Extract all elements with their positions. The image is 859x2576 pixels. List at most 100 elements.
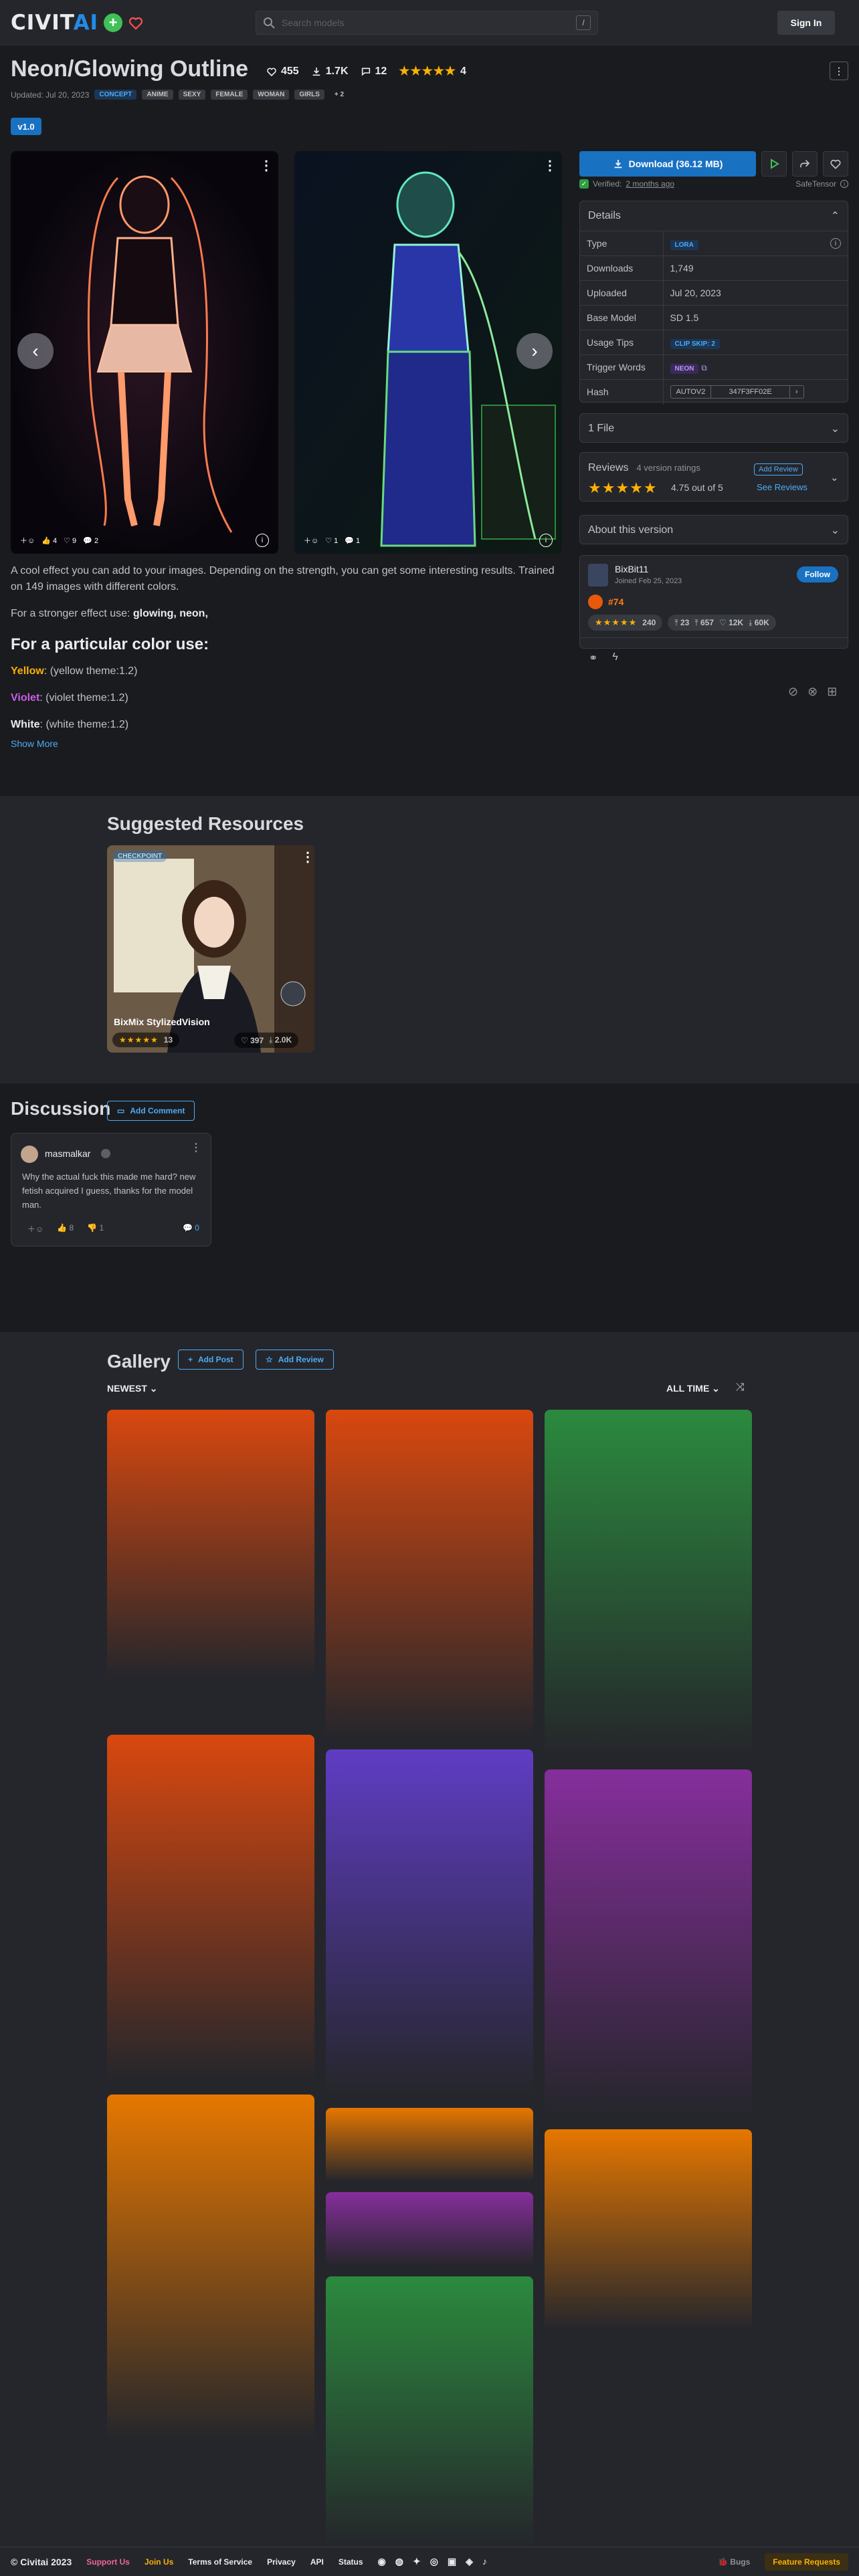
tag-anime[interactable]: ANIME xyxy=(142,90,173,100)
about-version-panel[interactable]: About this version ⌄ xyxy=(579,515,848,544)
api-link[interactable]: API xyxy=(310,2557,324,2567)
comment-dislikes[interactable]: 👎 1 xyxy=(87,1223,104,1235)
likes-stat[interactable]: 455 xyxy=(266,66,299,78)
gallery-tile[interactable] xyxy=(326,2108,533,2181)
support-us-link[interactable]: Support Us xyxy=(86,2557,130,2567)
favorite-button[interactable] xyxy=(823,151,848,177)
comments-stat[interactable]: 12 xyxy=(361,66,387,78)
model-menu-button[interactable]: ⋮ xyxy=(830,62,848,80)
show-more-link[interactable]: Show More xyxy=(11,738,58,749)
share-button[interactable] xyxy=(792,151,818,177)
image-hearts[interactable]: ♡ 1 xyxy=(325,536,338,545)
gallery-tile[interactable] xyxy=(545,1769,752,2115)
add-post-button[interactable]: + Add Post xyxy=(178,1350,244,1370)
tiktok-icon[interactable]: ♪ xyxy=(482,2556,487,2567)
create-plus-icon[interactable]: + xyxy=(104,13,123,32)
carousel-prev-button[interactable]: ‹ xyxy=(17,333,54,369)
files-panel[interactable]: 1 File ⌄ xyxy=(579,413,848,443)
tag-female[interactable]: FEMALE xyxy=(211,90,248,100)
no-cart-icon[interactable]: ⊞ xyxy=(827,685,837,699)
gallery-tile[interactable] xyxy=(326,1749,533,2095)
add-review-button[interactable]: Add Review xyxy=(754,463,803,475)
details-header[interactable]: Details ⌃ xyxy=(580,201,848,231)
image-likes[interactable]: 👍 4 xyxy=(41,536,57,545)
avatar[interactable] xyxy=(588,564,608,586)
info-icon[interactable]: i xyxy=(840,180,848,188)
run-button[interactable] xyxy=(761,151,787,177)
gallery-tile[interactable] xyxy=(107,2095,314,2440)
link-icon[interactable]: ⚭ xyxy=(589,651,597,665)
image-hearts[interactable]: ♡ 9 xyxy=(64,536,76,545)
copy-icon[interactable]: ⧉ xyxy=(701,363,707,372)
gallery-tile[interactable] xyxy=(326,2276,533,2547)
hash-box[interactable]: AUTOV2 347F3FF02E › xyxy=(670,385,804,399)
gallery-tile[interactable] xyxy=(545,1410,752,1755)
rating-stat[interactable]: ★★★★★ 4 xyxy=(399,64,466,78)
comment-user[interactable]: masmalkar xyxy=(45,1148,90,1159)
privacy-link[interactable]: Privacy xyxy=(267,2557,296,2567)
tag-woman[interactable]: WOMAN xyxy=(253,90,290,100)
tag-sexy[interactable]: SEXY xyxy=(178,90,206,100)
twitch-icon[interactable]: ◈ xyxy=(466,2556,473,2567)
add-reaction-icon[interactable]: ＋☺ xyxy=(20,535,35,546)
heart-icon[interactable] xyxy=(128,15,144,31)
add-reaction-icon[interactable]: ＋☺ xyxy=(27,1223,43,1235)
add-comment-button[interactable]: ▭ Add Comment xyxy=(107,1101,195,1121)
reddit-icon[interactable]: ◎ xyxy=(430,2556,438,2567)
sort-dropdown[interactable]: NEWEST ⌄ xyxy=(107,1383,158,1394)
logo[interactable]: CIVITAI + xyxy=(11,11,144,35)
terms-link[interactable]: Terms of Service xyxy=(188,2557,252,2567)
comment-replies[interactable]: 💬 0 xyxy=(183,1223,199,1232)
tag-more[interactable]: + 2 xyxy=(330,90,349,100)
suggested-card-name[interactable]: BixMix StylizedVision xyxy=(114,1016,210,1027)
discord-icon[interactable]: ◍ xyxy=(395,2556,403,2567)
search-input[interactable]: Search models / xyxy=(256,11,598,35)
creator-name[interactable]: BixBit11 xyxy=(615,564,648,574)
lightning-icon[interactable]: ϟ xyxy=(612,651,617,665)
gallery-tile[interactable] xyxy=(326,2192,533,2266)
version-button[interactable]: v1.0 xyxy=(11,118,41,135)
add-review-button[interactable]: ☆ Add Review xyxy=(256,1350,334,1370)
github-icon[interactable]: ◉ xyxy=(378,2556,386,2567)
carousel-next-button[interactable]: › xyxy=(516,333,553,369)
filter-icon[interactable]: ⤨ xyxy=(736,1382,745,1394)
feature-requests-button[interactable]: Feature Requests xyxy=(765,2553,848,2571)
gallery-tile[interactable] xyxy=(107,1735,314,2080)
info-icon[interactable]: i xyxy=(256,534,269,547)
chevron-down-icon[interactable]: ⌄ xyxy=(830,471,839,484)
no-commercial-icon[interactable]: ⊗ xyxy=(807,685,818,699)
download-button[interactable]: Download (36.12 MB) xyxy=(579,151,756,177)
image-comments[interactable]: 💬 1 xyxy=(345,536,360,545)
no-sell-icon[interactable]: ⊘ xyxy=(788,685,798,699)
image-reactions[interactable]: ＋☺ 👍 4 ♡ 9 💬 2 xyxy=(20,535,98,546)
instagram-icon[interactable]: ▣ xyxy=(448,2556,456,2567)
gallery-tile[interactable] xyxy=(326,1410,533,1737)
gallery-tile[interactable] xyxy=(545,2129,752,2330)
bugs-link[interactable]: 🐞 Bugs xyxy=(718,2557,750,2567)
see-reviews-link[interactable]: See Reviews xyxy=(757,482,807,492)
avatar[interactable] xyxy=(21,1146,38,1163)
info-icon[interactable]: i xyxy=(830,238,841,249)
gallery-image-1[interactable]: ‹ ⋮ ＋☺ 👍 4 ♡ 9 💬 2 i xyxy=(11,151,278,554)
image-menu-icon[interactable]: ⋮ xyxy=(543,159,557,173)
follow-button[interactable]: Follow xyxy=(797,566,838,582)
image-reactions[interactable]: ＋☺ ♡ 1 💬 1 xyxy=(304,535,360,546)
verified-time[interactable]: 2 months ago xyxy=(626,179,674,189)
period-dropdown[interactable]: ALL TIME ⌄ xyxy=(666,1383,720,1394)
comment-menu-icon[interactable]: ⋮ xyxy=(191,1143,201,1154)
image-comments[interactable]: 💬 2 xyxy=(83,536,98,545)
twitter-icon[interactable]: ✦ xyxy=(413,2556,421,2567)
suggested-card[interactable]: CHECKPOINT ⋮ BixMix StylizedVision ★★★★★… xyxy=(107,845,314,1053)
image-menu-icon[interactable]: ⋮ xyxy=(260,159,273,173)
status-link[interactable]: Status xyxy=(339,2557,363,2567)
gallery-tile[interactable] xyxy=(107,1410,314,1677)
card-menu-icon[interactable]: ⋮ xyxy=(301,851,314,864)
tag-girls[interactable]: GIRLS xyxy=(294,90,324,100)
tag-concept[interactable]: CONCEPT xyxy=(94,90,137,100)
gallery-image-2[interactable]: › ⋮ ＋☺ ♡ 1 💬 1 i xyxy=(294,151,562,554)
sign-in-button[interactable]: Sign In xyxy=(777,11,835,35)
trigger-word-badge[interactable]: NEON xyxy=(670,363,699,374)
join-us-link[interactable]: Join Us xyxy=(145,2557,173,2567)
add-reaction-icon[interactable]: ＋☺ xyxy=(304,535,318,546)
info-icon[interactable]: i xyxy=(539,534,553,547)
